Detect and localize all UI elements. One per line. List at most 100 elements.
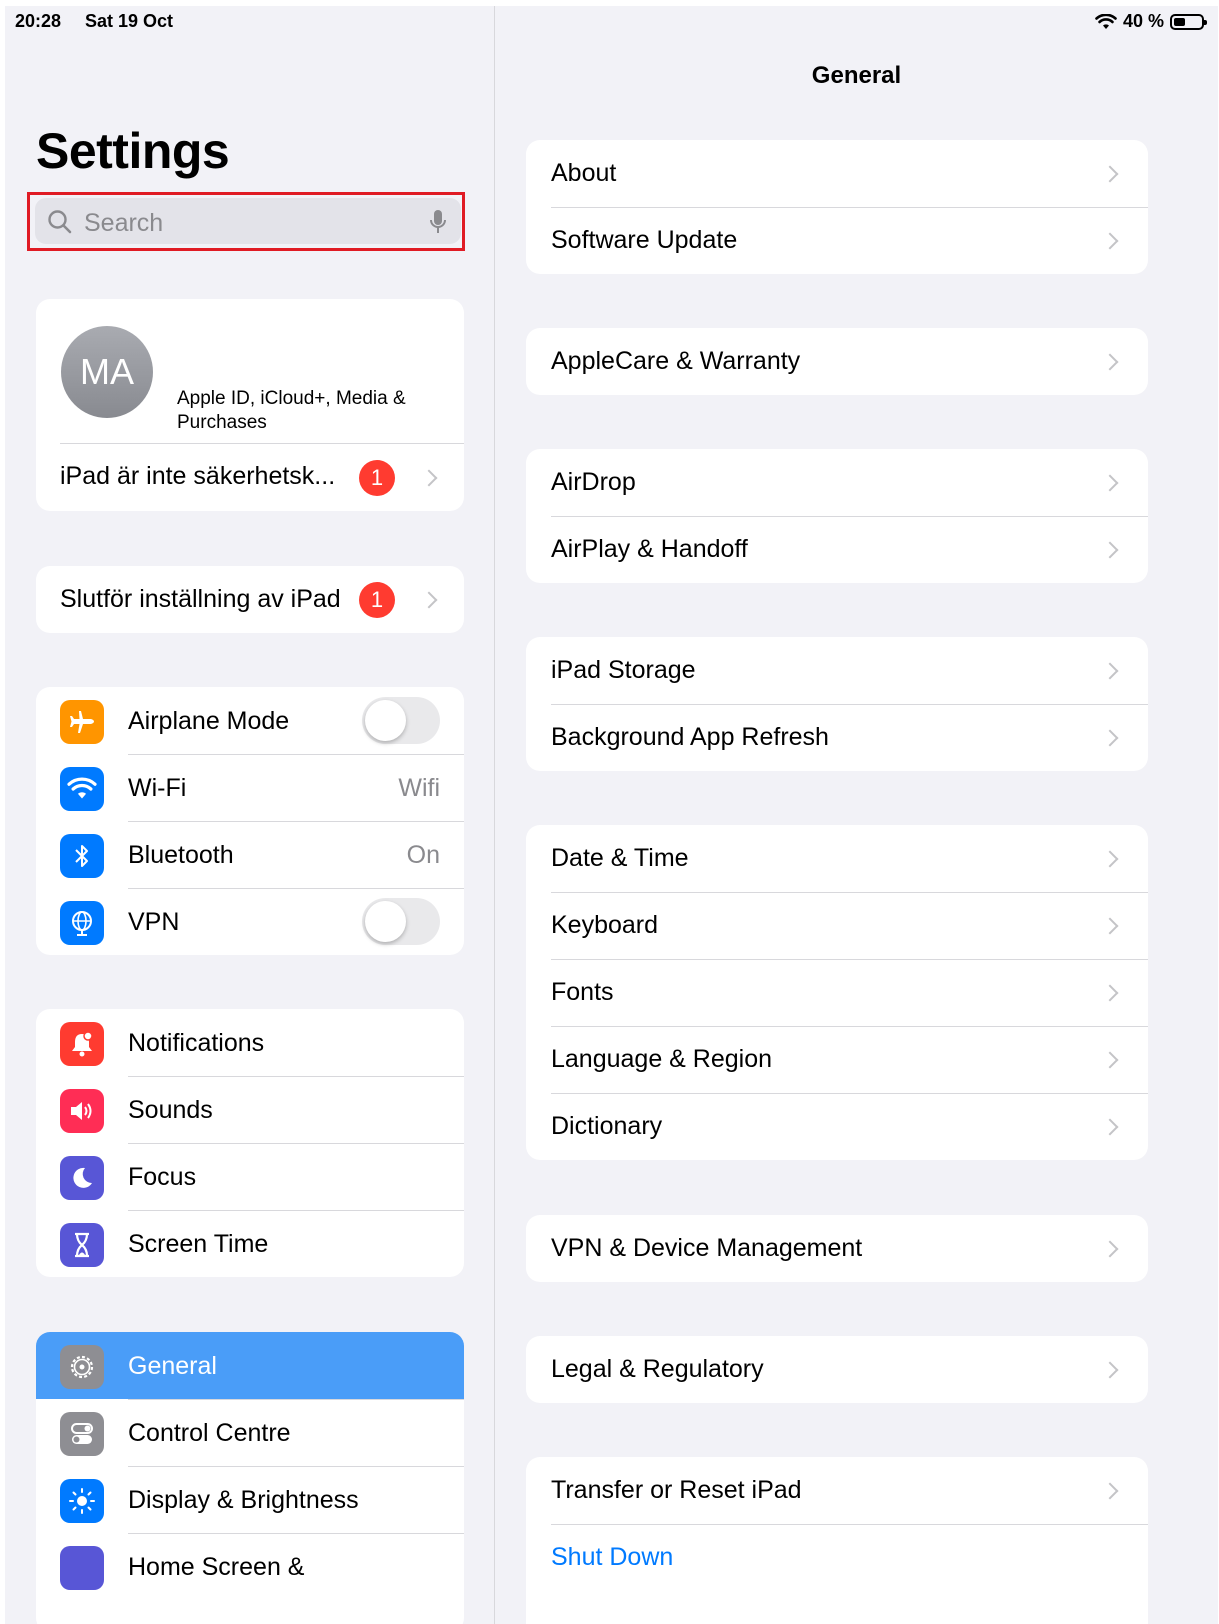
general-label: General (128, 1352, 217, 1380)
about-row[interactable]: About (526, 140, 1148, 207)
bluetooth-value: On (406, 841, 440, 869)
status-bar: 20:28 Sat 19 Oct 40 % (5, 6, 1218, 36)
sidebar-item-screen-time[interactable]: Screen Time (36, 1210, 464, 1277)
chevron-right-icon (1101, 917, 1119, 935)
sidebar-item-sounds[interactable]: Sounds (36, 1076, 464, 1143)
software-update-row[interactable]: Software Update (526, 207, 1148, 274)
home-screen-label: Home Screen & (128, 1553, 305, 1581)
general-detail-pane: General About Software Update AppleCare … (495, 6, 1218, 1624)
vpn-toggle[interactable] (362, 898, 440, 945)
detail-group-applecare: AppleCare & Warranty (526, 328, 1148, 395)
chevron-right-icon (1101, 1118, 1119, 1136)
status-right: 40 % (1095, 11, 1207, 32)
keyboard-row[interactable]: Keyboard (526, 892, 1148, 959)
chevron-right-icon (1101, 850, 1119, 868)
transfer-reset-label: Transfer or Reset iPad (551, 1476, 802, 1504)
chevron-right-icon (1101, 232, 1119, 250)
chevron-right-icon (420, 591, 438, 609)
general-group: General Control Centre Display & Brightn… (36, 1332, 464, 1624)
background-app-refresh-label: Background App Refresh (551, 723, 829, 751)
shut-down-label: Shut Down (551, 1543, 674, 1571)
vpn-label: VPN (128, 908, 180, 936)
shut-down-button[interactable]: Shut Down (526, 1524, 1148, 1591)
notification-badge: 1 (359, 460, 395, 496)
search-highlight-box (27, 192, 465, 251)
status-date: Sat 19 Oct (85, 11, 174, 31)
detail-group-datetime: Date & Time Keyboard Fonts Language & Re… (526, 825, 1148, 1160)
dictionary-row[interactable]: Dictionary (526, 1093, 1148, 1160)
chevron-right-icon (1101, 1051, 1119, 1069)
security-alert-row[interactable]: iPad är inte säkerhetsk... 1 (36, 444, 464, 511)
chevron-right-icon (1101, 1361, 1119, 1379)
vpn-device-management-row[interactable]: VPN & Device Management (526, 1215, 1148, 1282)
legal-regulatory-row[interactable]: Legal & Regulatory (526, 1336, 1148, 1403)
apple-id-row[interactable]: MA Apple ID, iCloud+, Media & Purchases (36, 299, 464, 443)
sidebar-item-general[interactable]: General (36, 1332, 464, 1399)
chevron-right-icon (1101, 474, 1119, 492)
sidebar-item-display-brightness[interactable]: Display & Brightness (36, 1466, 464, 1533)
fonts-row[interactable]: Fonts (526, 959, 1148, 1026)
airplay-handoff-row[interactable]: AirPlay & Handoff (526, 516, 1148, 583)
bluetooth-icon (60, 834, 104, 878)
sidebar-item-home-screen[interactable]: Home Screen & (36, 1533, 464, 1600)
sidebar-item-wifi[interactable]: Wi-Fi Wifi (36, 754, 464, 821)
finish-setup-row[interactable]: Slutför inställning av iPad 1 (36, 566, 464, 633)
battery-icon (1170, 13, 1207, 30)
page-title: Settings (36, 123, 230, 179)
ipad-screen: 20:28 Sat 19 Oct 40 % Settings Search MA… (5, 6, 1218, 1624)
notifications-group: Notifications Sounds Focus Screen Time (36, 1009, 464, 1277)
applecare-label: AppleCare & Warranty (551, 347, 801, 375)
wifi-label: Wi-Fi (128, 774, 187, 802)
display-brightness-label: Display & Brightness (128, 1486, 359, 1514)
ipad-storage-row[interactable]: iPad Storage (526, 637, 1148, 704)
sun-icon (60, 1479, 104, 1523)
wifi-value: Wifi (398, 774, 440, 802)
airplay-handoff-label: AirPlay & Handoff (551, 535, 748, 563)
connectivity-group: Airplane Mode Wi-Fi Wifi Bluetooth On VP… (36, 687, 464, 955)
chevron-right-icon (1101, 1240, 1119, 1258)
sidebar-item-airplane-mode[interactable]: Airplane Mode (36, 687, 464, 754)
detail-group-airdrop: AirDrop AirPlay & Handoff (526, 449, 1148, 583)
globe-icon (60, 901, 104, 945)
chevron-right-icon (1101, 353, 1119, 371)
detail-group-reset: Transfer or Reset iPad Shut Down (526, 1457, 1148, 1624)
wifi-icon (60, 767, 104, 811)
gear-icon (60, 1345, 104, 1389)
apple-id-subtitle: Apple ID, iCloud+, Media & Purchases (177, 388, 406, 433)
sidebar-item-vpn[interactable]: VPN (36, 888, 464, 955)
battery-percent: 40 % (1122, 11, 1164, 31)
legal-regulatory-label: Legal & Regulatory (551, 1355, 764, 1383)
chevron-right-icon (1101, 662, 1119, 680)
sidebar-item-bluetooth[interactable]: Bluetooth On (36, 821, 464, 888)
transfer-reset-row[interactable]: Transfer or Reset iPad (526, 1457, 1148, 1524)
notifications-label: Notifications (128, 1029, 265, 1057)
finish-setup-label: Slutför inställning av iPad (60, 585, 341, 613)
bell-icon (60, 1022, 104, 1066)
dictionary-label: Dictionary (551, 1112, 663, 1140)
chevron-right-icon (1101, 541, 1119, 559)
background-app-refresh-row[interactable]: Background App Refresh (526, 704, 1148, 771)
ipad-storage-label: iPad Storage (551, 656, 696, 684)
keyboard-label: Keyboard (551, 911, 659, 939)
language-region-row[interactable]: Language & Region (526, 1026, 1148, 1093)
date-time-row[interactable]: Date & Time (526, 825, 1148, 892)
detail-group-storage: iPad Storage Background App Refresh (526, 637, 1148, 771)
chevron-right-icon (1101, 165, 1119, 183)
chevron-right-icon (1101, 729, 1119, 747)
airplane-mode-toggle[interactable] (362, 697, 440, 744)
detail-title: General (811, 62, 902, 89)
switches-icon (60, 1412, 104, 1456)
notification-badge: 1 (359, 582, 395, 618)
sidebar-item-focus[interactable]: Focus (36, 1143, 464, 1210)
sidebar-item-notifications[interactable]: Notifications (36, 1009, 464, 1076)
software-update-label: Software Update (551, 226, 738, 254)
airplane-icon (60, 700, 104, 744)
sidebar-item-control-centre[interactable]: Control Centre (36, 1399, 464, 1466)
hourglass-icon (60, 1223, 104, 1267)
vpn-device-management-label: VPN & Device Management (551, 1234, 863, 1262)
security-alert-label: iPad är inte säkerhetsk... (60, 462, 336, 490)
airplane-mode-label: Airplane Mode (128, 707, 290, 735)
airdrop-row[interactable]: AirDrop (526, 449, 1148, 516)
fonts-label: Fonts (551, 978, 614, 1006)
applecare-row[interactable]: AppleCare & Warranty (526, 328, 1148, 395)
